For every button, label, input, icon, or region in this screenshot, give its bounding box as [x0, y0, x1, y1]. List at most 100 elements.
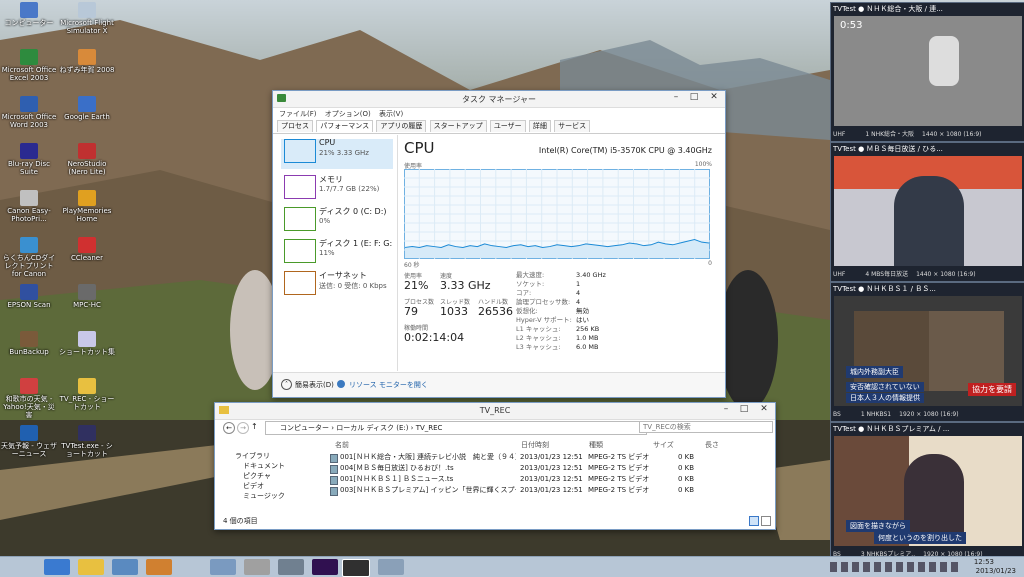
tab-details[interactable]: 詳細 — [528, 120, 551, 132]
tv-video-screen[interactable] — [834, 156, 1022, 266]
app-taskbar-icon-4[interactable] — [278, 559, 304, 575]
shortcut-icon — [78, 331, 96, 347]
media-taskbar-icon[interactable] — [146, 559, 172, 575]
tab-performance[interactable]: パフォーマンス — [316, 120, 374, 132]
col-name[interactable]: 名前 — [335, 439, 349, 451]
desktop-icon-label: Microsoft Flight Simulator X — [60, 19, 114, 35]
clock-time[interactable]: 12:53 — [974, 558, 994, 566]
desktop-icon[interactable]: NeroStudio (Nero Lite) — [58, 143, 116, 189]
side-item-disk1[interactable]: ディスク 1 (E: F: G: 11% — [281, 239, 393, 269]
desktop-icon[interactable]: Microsoft Office Excel 2003 — [0, 49, 58, 95]
menu-view[interactable]: 表示(V) — [379, 110, 403, 118]
desktop-icon[interactable]: Google Earth — [58, 96, 116, 142]
nav-libraries[interactable]: ライブラリ — [223, 451, 315, 461]
desktop-icon[interactable]: CCleaner — [58, 237, 116, 283]
tab-startup[interactable]: スタートアップ — [429, 120, 487, 132]
desktop-icon-label: Microsoft Office Excel 2003 — [1, 66, 57, 82]
tvtest-window[interactable]: TVTest ● ＮＨＫＢＳプレミアム / ... 図面を描きながら 何度というのを… — [830, 422, 1024, 562]
ie-icon[interactable] — [44, 559, 70, 575]
fewer-details-link[interactable]: 簡易表示(D) — [295, 380, 334, 390]
file-name: 001[ＮＨＫＢＳ１] ＢＳニュース.ts — [340, 475, 454, 483]
breadcrumb-computer[interactable]: コンピューター — [280, 424, 329, 432]
menu-options[interactable]: オプション(O) — [325, 110, 371, 118]
explorer-titlebar[interactable]: TV_REC – □ ✕ — [215, 403, 775, 420]
search-input[interactable] — [639, 421, 773, 433]
forward-arrow-icon[interactable]: → — [237, 422, 249, 434]
chevron-up-icon[interactable]: ˄ — [281, 379, 292, 390]
desktop-icon[interactable]: Microsoft Office Word 2003 — [0, 96, 58, 142]
file-row[interactable]: 003[ＮＨＫＢＳプレミアム] イッピン「世界に輝くスプーンとフォーク... 20… — [326, 485, 762, 496]
tab-services[interactable]: サービス — [554, 120, 591, 132]
nav-music[interactable]: ミュージック — [223, 491, 315, 501]
breadcrumb-folder[interactable]: TV_REC — [416, 424, 443, 432]
desktop-icon[interactable]: BunBackup — [0, 331, 58, 377]
tvtest-taskbar-icon[interactable] — [342, 559, 370, 577]
desktop-icon[interactable]: ショートカット集 — [58, 331, 116, 377]
tab-users[interactable]: ユーザー — [489, 120, 526, 132]
col-size[interactable]: サイズ — [653, 439, 674, 451]
desktop-icon[interactable]: 和歌市の天気 - Yahoo!天気・災害 — [0, 378, 58, 424]
resource-monitor-link[interactable]: リソース モニターを開く — [349, 380, 428, 390]
col-type[interactable]: 種類 — [589, 439, 603, 451]
task-manager-taskbar-icon[interactable] — [378, 559, 404, 575]
desktop-icon[interactable]: TV_REC - ショートカット — [58, 378, 116, 424]
desktop-icon[interactable]: PlayMemories Home — [58, 190, 116, 236]
tab-processes[interactable]: プロセス — [277, 120, 313, 132]
details-view-icon[interactable] — [749, 516, 759, 526]
side-item-ethernet[interactable]: イーサネット 送信: 0 受信: 0 Kbps — [281, 271, 393, 301]
close-icon[interactable]: ✕ — [705, 91, 723, 103]
app-taskbar-icon-2[interactable] — [210, 559, 236, 575]
desktop-icon[interactable]: MPC-HC — [58, 284, 116, 330]
file-row[interactable]: 001[ＮＨＫ総合・大阪] 連続テレビ小説 純と愛（９４）「えい... 2013/… — [326, 452, 762, 463]
file-row[interactable]: 004[ＭＢＳ毎日放送] ひるおび！.ts 2013/01/23 12:51 MPE… — [326, 463, 762, 474]
col-date[interactable]: 日付時刻 — [521, 439, 549, 451]
nav-pictures[interactable]: ピクチャ — [223, 471, 315, 481]
tv-video-screen[interactable]: 図面を描きながら 何度というのを割り出した — [834, 436, 1022, 546]
app-taskbar-icon-3[interactable] — [244, 559, 270, 575]
maximize-icon[interactable]: □ — [685, 91, 703, 103]
menu-file[interactable]: ファイル(F) — [279, 110, 317, 118]
col-length[interactable]: 長さ — [705, 439, 719, 451]
tv-video-screen[interactable]: 城内外務副大臣 安否確認されていない 日本人３人の情報提供 協力を要請 — [834, 296, 1022, 406]
task-manager-window[interactable]: タスク マネージャー – □ ✕ ファイル(F) オプション(O) 表示(V) … — [272, 90, 726, 398]
breadcrumb-drive[interactable]: ローカル ディスク (E:) — [336, 424, 408, 432]
tv-video-screen[interactable]: 0:53 — [834, 16, 1022, 126]
nav-documents[interactable]: ドキュメント — [223, 461, 315, 471]
tvtest-window[interactable]: TVTest ● ＮＨＫＢＳ１ / ＢＳ... 城内外務副大臣 安否確認されていない… — [830, 282, 1024, 422]
desktop-icon[interactable]: TVTest.exe - ショートカット — [58, 425, 116, 471]
video-file-icon — [330, 454, 338, 463]
desktop-icon[interactable]: 天気予報 - ウェザーニュース — [0, 425, 58, 471]
minimize-icon[interactable]: – — [667, 91, 685, 103]
tvtest-window[interactable]: TVTest ● ＮＨＫ総合・大阪 / 連... 0:53 UHF 1 NHK総合・大… — [830, 2, 1024, 142]
desktop-icon[interactable]: コンピューター — [0, 2, 58, 48]
address-bar[interactable]: コンピューター › ローカル ディスク (E:) › TV_REC — [265, 421, 647, 435]
desktop-icon[interactable]: Canon Easy-PhotoPri... — [0, 190, 58, 236]
file-row[interactable]: 001[ＮＨＫＢＳ１] ＢＳニュース.ts 2013/01/23 12:51 MPE… — [326, 474, 762, 485]
task-manager-titlebar[interactable]: タスク マネージャー – □ ✕ — [273, 91, 725, 108]
nav-videos[interactable]: ビデオ — [223, 481, 315, 491]
vix-taskbar-icon[interactable] — [312, 559, 338, 575]
explorer-taskbar-icon[interactable] — [78, 559, 104, 575]
side-item-cpu[interactable]: CPU 21% 3.33 GHz — [281, 138, 393, 169]
tab-app-history[interactable]: アプリの履歴 — [376, 120, 427, 132]
desktop-icon[interactable]: ねずみ年賀 2008 — [58, 49, 116, 95]
back-arrow-icon[interactable]: ← — [223, 422, 235, 434]
spec-key: Hyper-V サポート: — [516, 316, 572, 324]
side-item-name: イーサネット — [319, 271, 367, 280]
maximize-icon[interactable]: □ — [735, 403, 753, 415]
up-arrow-icon[interactable]: ↑ — [251, 422, 258, 431]
desktop-icon[interactable]: Microsoft Flight Simulator X — [58, 2, 116, 48]
clock-date[interactable]: 2013/01/23 — [976, 567, 1016, 575]
large-icons-view-icon[interactable] — [761, 516, 771, 526]
tvtest-window[interactable]: TVTest ● ＭＢＳ毎日放送 / ひる... UHF 4 MBS毎日放送 1440… — [830, 142, 1024, 282]
desktop-icon[interactable]: Blu-ray Disc Suite — [0, 143, 58, 189]
tvtest-title: TVTest ● ＮＨＫＢＳプレミアム / ... — [833, 425, 950, 433]
close-icon[interactable]: ✕ — [755, 403, 773, 415]
app-taskbar-icon-1[interactable] — [112, 559, 138, 575]
side-item-memory[interactable]: メモリ 1.7/7.7 GB (22%) — [281, 175, 393, 205]
minimize-icon[interactable]: – — [717, 403, 735, 415]
spec-key: 最大速度: — [516, 271, 545, 279]
desktop-icon[interactable]: EPSON Scan — [0, 284, 58, 330]
side-item-disk0[interactable]: ディスク 0 (C: D:) 0% — [281, 207, 393, 237]
desktop-icon[interactable]: らくちんCDダイレクトプリント for Canon — [0, 237, 58, 283]
